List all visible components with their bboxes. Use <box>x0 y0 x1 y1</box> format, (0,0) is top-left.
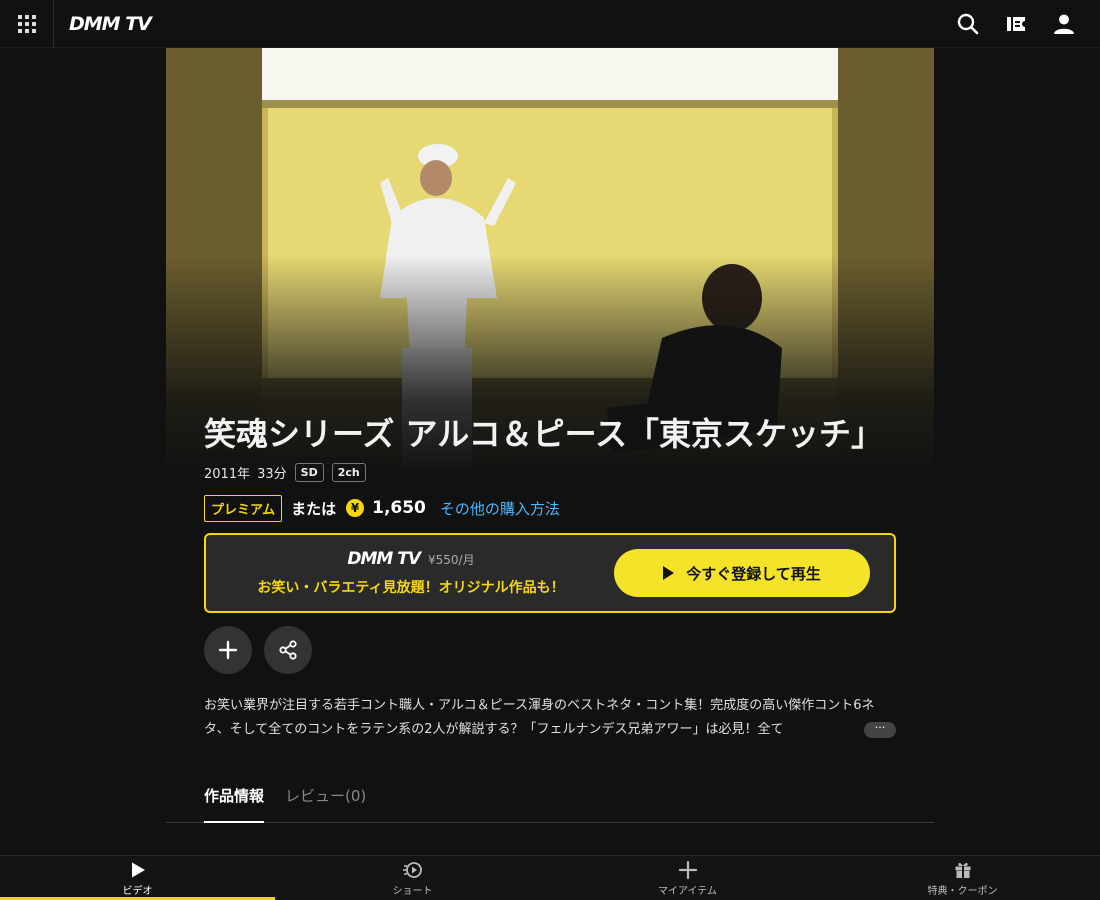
other-purchase-link[interactable]: その他の購入方法 <box>440 498 560 519</box>
nav-item-short[interactable]: ショート <box>275 856 550 900</box>
work-meta: 2011年 33分 SD 2ch <box>204 460 896 484</box>
nav-item-video[interactable]: ビデオ <box>0 856 275 900</box>
top-header: DMM TV <box>0 0 1100 48</box>
purchase-price: 1,650 <box>372 498 426 518</box>
account-button[interactable] <box>1040 0 1088 48</box>
monthly-price: ¥550/月 <box>428 553 475 567</box>
share-button[interactable] <box>264 626 312 674</box>
read-more-button[interactable]: ··· <box>864 722 896 738</box>
yen-coin-icon: ¥ <box>346 499 365 517</box>
search-icon <box>957 13 979 35</box>
tab-reviews[interactable]: レビュー(0) <box>285 780 366 823</box>
promo-copy: お笑い・バラエティ見放題！オリジナル作品も！ <box>257 580 565 596</box>
or-text: または <box>291 499 337 518</box>
nav-item-my-items[interactable]: マイアイテム <box>550 856 825 900</box>
promo-dmm-tv-logo: DMM TV <box>347 549 421 569</box>
ticket-button[interactable] <box>992 0 1040 48</box>
plus-icon <box>218 640 238 660</box>
audio-tag: 2ch <box>331 462 366 482</box>
nav-label-short: ショート <box>392 886 433 897</box>
work-description: お笑い業界が注目する若手コント職人・アルコ＆ピース渾身のベストネタ・コント集！完… <box>204 698 875 737</box>
apps-grid-icon <box>17 14 36 33</box>
apps-grid-button[interactable] <box>0 0 54 48</box>
nav-label-benefits-coupons: 特典・クーポン <box>927 886 998 897</box>
price-row: プレミアム または ¥ 1,650 その他の購入方法 <box>204 494 896 522</box>
plus-icon <box>678 861 697 879</box>
share-icon <box>279 640 297 660</box>
nav-label-video: ビデオ <box>122 886 153 897</box>
promo-text-block: DMM TV ¥550/月 お笑い・バラエティ見放題！オリジナル作品も！ <box>206 549 616 597</box>
subscription-promo-box: DMM TV ¥550/月 お笑い・バラエティ見放題！オリジナル作品も！ 今すぐ… <box>204 533 896 613</box>
search-button[interactable] <box>944 0 992 48</box>
register-and-play-button[interactable]: 今すぐ登録して再生 <box>614 549 870 597</box>
nav-item-benefits-coupons[interactable]: 特典・クーポン <box>825 856 1100 900</box>
ticket-icon <box>1007 17 1025 31</box>
dmm-tv-logo[interactable]: DMM TV <box>69 13 152 35</box>
register-and-play-label: 今すぐ登録して再生 <box>686 564 821 583</box>
detail-tabs: 作品情報 レビュー(0) <box>166 780 934 823</box>
nav-label-my-items: マイアイテム <box>658 886 717 897</box>
promo-logo-row: DMM TV ¥550/月 <box>206 549 616 569</box>
bottom-navigation: ビデオ ショート マイアイテム 特典・クーポン <box>0 855 1100 900</box>
work-title: 笑魂シリーズ アルコ＆ピース「東京スケッチ」 <box>204 415 883 453</box>
gift-icon <box>955 862 970 878</box>
premium-badge: プレミアム <box>204 494 283 522</box>
account-icon <box>1054 14 1074 34</box>
short-play-icon <box>402 862 422 878</box>
release-year: 2011年 <box>204 466 251 482</box>
action-buttons <box>204 626 896 674</box>
tab-work-info[interactable]: 作品情報 <box>204 780 265 823</box>
play-icon <box>131 862 145 878</box>
quality-tag: SD <box>294 462 324 482</box>
play-icon <box>663 566 675 580</box>
duration: 33分 <box>257 466 287 482</box>
add-to-my-list-button[interactable] <box>204 626 252 674</box>
header-icon-group <box>944 0 1088 48</box>
